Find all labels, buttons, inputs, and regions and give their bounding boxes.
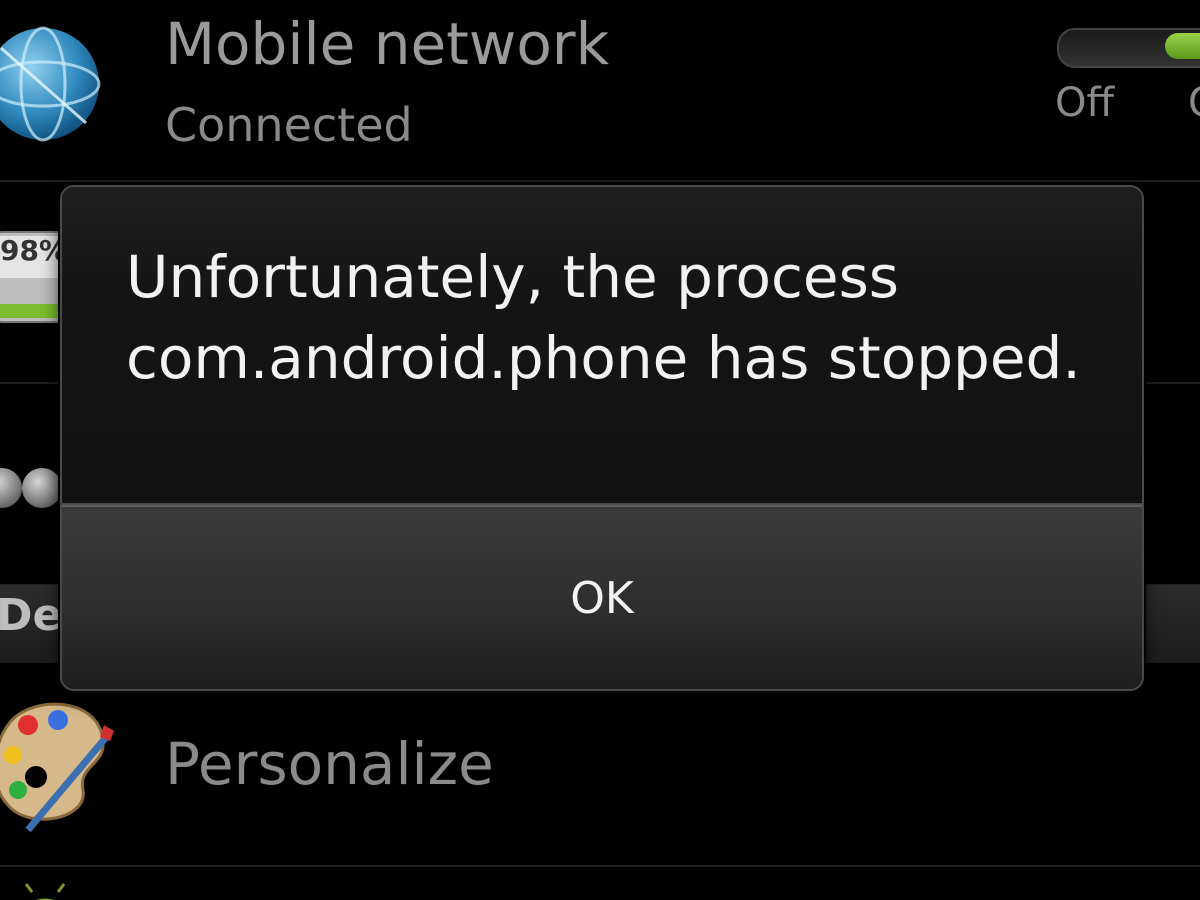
indicator-dot (22, 468, 62, 508)
battery-percent: 98% (0, 234, 68, 267)
dialog-body: Unfortunately, the process com.android.p… (62, 187, 1142, 503)
error-dialog: Unfortunately, the process com.android.p… (60, 185, 1144, 691)
dialog-message: Unfortunately, the process com.android.p… (126, 243, 1081, 392)
toggle-on-label: On (1188, 80, 1200, 126)
ok-button[interactable]: OK (62, 507, 1142, 689)
mobile-network-title: Mobile network (165, 10, 610, 78)
screen: Mobile network Connected Off On 98% Devi… (0, 0, 1200, 900)
android-robot-icon (24, 883, 66, 900)
toggle-off-label: Off (1055, 80, 1115, 126)
palette-icon (0, 702, 114, 833)
toggle-thumb[interactable] (1165, 33, 1200, 59)
personalize-label: Personalize (165, 730, 494, 798)
mobile-network-status: Connected (165, 98, 413, 152)
next-setting-row[interactable] (0, 867, 1200, 900)
globe-icon (0, 26, 101, 142)
